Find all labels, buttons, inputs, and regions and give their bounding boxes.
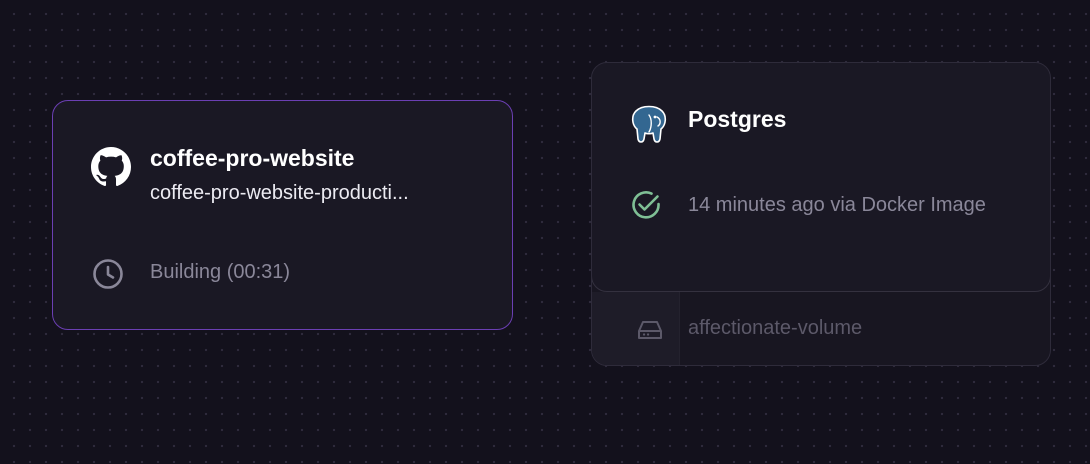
volume-icon-cell [592, 292, 680, 365]
service-domain: coffee-pro-website-producti... [150, 182, 409, 204]
database-card-header[interactable]: Postgres 14 minutes ago via Docker Image [592, 63, 1050, 292]
service-card-coffee-pro-website[interactable]: coffee-pro-website coffee-pro-website-pr… [52, 100, 513, 330]
github-icon [91, 147, 131, 187]
check-circle-icon [630, 189, 662, 221]
hard-drive-icon [637, 319, 663, 341]
volume-name: affectionate-volume [688, 317, 863, 339]
database-card-postgres[interactable]: Postgres 14 minutes ago via Docker Image… [591, 62, 1051, 366]
deployment-status: Building (00:31) [150, 261, 291, 283]
clock-icon [92, 258, 124, 290]
postgres-icon [630, 105, 668, 145]
volume-row[interactable]: affectionate-volume [592, 292, 1050, 365]
database-status: 14 minutes ago via Docker Image [688, 194, 986, 216]
database-name: Postgres [688, 106, 787, 132]
service-name: coffee-pro-website [150, 145, 355, 171]
